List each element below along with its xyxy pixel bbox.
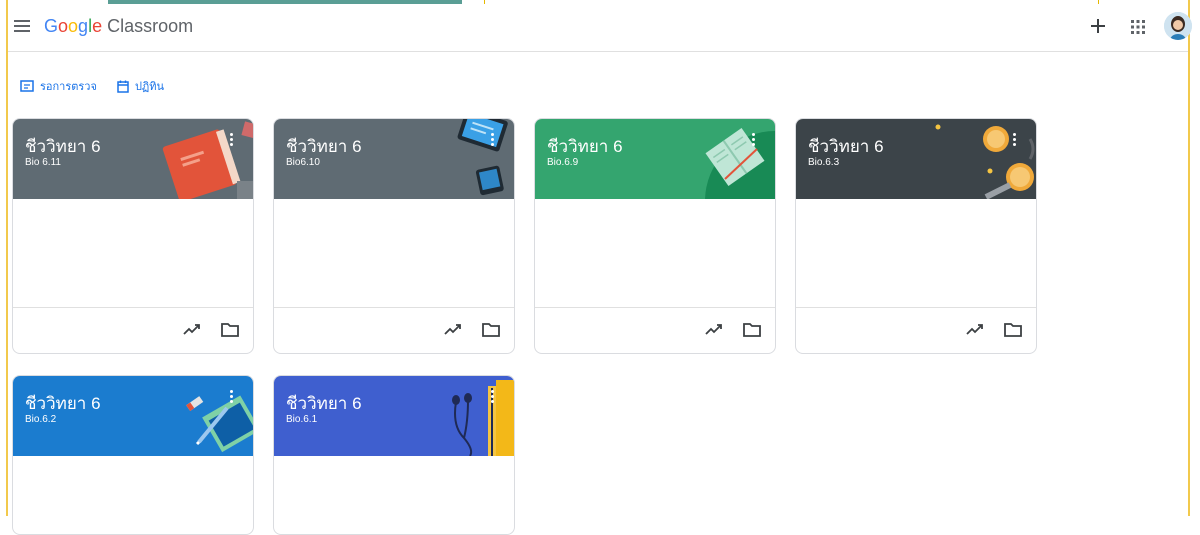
lightbulb-illustration [935,124,1035,199]
folder-icon[interactable] [1004,322,1022,337]
to-review-label: รอการตรวจ [40,81,97,93]
assignment-icon [20,80,34,92]
trending-up-icon[interactable] [705,322,723,336]
logo-google: Google [44,16,103,36]
card-footer [13,307,253,353]
devices-illustration [457,119,508,196]
class-section: Bio.6.3 [808,157,840,168]
more-vertical-icon[interactable] [749,133,757,151]
class-card[interactable]: ชีววิทยา 6 Bio.6.3 [795,118,1037,354]
class-section: Bio.6.9 [547,157,579,168]
apps-grid-icon[interactable] [1130,19,1146,35]
class-section: Bio.6.1 [286,414,318,425]
trending-up-icon[interactable] [183,322,201,336]
to-review-link[interactable]: รอการตรวจ [20,77,97,95]
class-toolbar: รอการตรวจ ปฏิทิน [20,76,164,96]
screenshot-frame: Google Classroom รอการตรวจ ปฏิทิน ชีววิท… [0,0,1200,535]
folder-icon[interactable] [482,322,500,337]
logo-product: Classroom [107,16,194,36]
avatar[interactable] [1164,12,1192,40]
hamburger-menu-icon[interactable] [14,20,30,34]
class-title[interactable]: ชีววิทยา 6 [25,133,101,160]
class-title[interactable]: ชีววิทยา 6 [547,133,623,160]
class-section: Bio.6.2 [25,414,57,425]
class-title[interactable]: ชีววิทยา 6 [25,390,101,417]
pencil-illustration [186,395,253,453]
class-card[interactable]: ชีววิทยา 6 Bio 6.11 [12,118,254,354]
app-logo[interactable]: Google Classroom [44,16,193,37]
trending-up-icon[interactable] [444,322,462,336]
card-footer [796,307,1036,353]
calendar-link[interactable]: ปฏิทิน [117,77,164,95]
class-section: Bio6.10 [286,157,320,168]
class-card[interactable]: ชีววิทยา 6 Bio.6.2 [12,375,254,535]
more-vertical-icon[interactable] [488,390,496,408]
card-footer [535,307,775,353]
frame-right-border [1188,0,1190,516]
class-title[interactable]: ชีววิทยา 6 [286,390,362,417]
card-footer [274,307,514,353]
class-card[interactable]: ชีววิทยา 6 Bio6.10 [273,118,515,354]
class-banner: ชีววิทยา 6 Bio.6.1 [274,376,514,456]
more-vertical-icon[interactable] [1010,133,1018,151]
class-banner: ชีววิทยา 6 Bio.6.9 [535,119,775,199]
class-section: Bio 6.11 [25,157,61,168]
book-illustration [162,121,253,199]
calendar-label: ปฏิทิน [134,81,165,93]
notebook-illustration [705,127,775,199]
more-vertical-icon[interactable] [227,390,235,408]
class-title[interactable]: ชีววิทยา 6 [286,133,362,160]
headphones-illustration [452,380,514,456]
class-banner: ชีววิทยา 6 Bio6.10 [274,119,514,199]
more-vertical-icon[interactable] [488,133,496,151]
class-title[interactable]: ชีววิทยา 6 [808,133,884,160]
class-banner: ชีววิทยา 6 Bio 6.11 [13,119,253,199]
class-card[interactable]: ชีววิทยา 6 Bio.6.9 [534,118,776,354]
class-banner: ชีววิทยา 6 Bio.6.3 [796,119,1036,199]
frame-left-border [6,0,8,516]
more-vertical-icon[interactable] [227,133,235,151]
class-card[interactable]: ชีววิทยา 6 Bio.6.1 [273,375,515,535]
trending-up-icon[interactable] [966,322,984,336]
class-banner: ชีววิทยา 6 Bio.6.2 [13,376,253,456]
calendar-icon [117,80,129,93]
app-header: Google Classroom [8,4,1192,52]
plus-icon[interactable] [1088,16,1108,36]
folder-icon[interactable] [221,322,239,337]
folder-icon[interactable] [743,322,761,337]
